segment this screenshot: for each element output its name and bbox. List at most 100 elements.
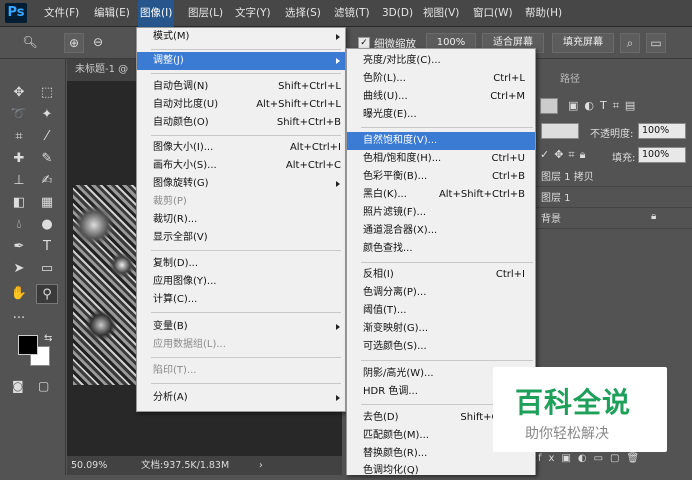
menu-item-image-size[interactable]: 图像大小(I)... Alt+Ctrl+I (137, 139, 341, 157)
menu-item-invert[interactable]: 反相(I) Ctrl+I (347, 266, 525, 284)
menu-item-trim[interactable]: 裁切(R)... (137, 211, 341, 229)
menu-separator (361, 127, 533, 128)
image-menu: 模式(M) 调整(J) 自动色调(N) Shift+Ctrl+L 自动对比度(U)… (136, 27, 346, 412)
menu-item-selective-color[interactable]: 可选颜色(S)... (347, 338, 525, 356)
menu-item-apply-image[interactable]: 应用图像(Y)... (137, 273, 341, 291)
zoom-tool-icon[interactable]: ⚲ (36, 284, 58, 304)
tab-paths[interactable]: 路径 (560, 69, 580, 91)
menu-item-color-lookup[interactable]: 颜色查找... (347, 240, 525, 258)
menu-separator (151, 135, 341, 136)
menu-item-variables[interactable]: 变量(B) (137, 318, 341, 336)
status-arrow-icon[interactable]: › (259, 456, 263, 475)
menu-item-trap: 陷印(T)... (153, 365, 197, 376)
opacity-field[interactable]: 100% (638, 123, 686, 139)
quick-mask-icon[interactable]: ◙ (12, 379, 24, 393)
menu-item-auto-tone[interactable]: 自动色调(N) Shift+Ctrl+L (137, 78, 341, 96)
menu-separator (151, 383, 341, 384)
menu-item-curves[interactable]: 曲线(U)... Ctrl+M (347, 88, 525, 106)
swap-colors-icon[interactable]: ⇆ (44, 333, 52, 344)
fill-field[interactable]: 100% (638, 147, 686, 163)
menu-item-color-balance[interactable]: 色彩平衡(B)... Ctrl+B (347, 168, 525, 186)
blend-mode-select[interactable] (541, 123, 579, 139)
crop-tool-icon[interactable]: ⌗ (8, 127, 30, 147)
history-brush-icon[interactable]: ✍ (36, 171, 58, 191)
layer-row[interactable]: 背景 (535, 210, 692, 229)
layer-row[interactable]: 图层 1 拷贝 (535, 168, 692, 187)
menu-file[interactable]: 文件(F) (42, 0, 81, 27)
menu-window[interactable]: 窗口(W) (471, 0, 515, 27)
dodge-tool-icon[interactable]: ● (36, 215, 58, 235)
menu-type[interactable]: 文字(Y) (233, 0, 273, 27)
eraser-tool-icon[interactable]: ◧ (8, 193, 30, 213)
pen-tool-icon[interactable]: ✒ (8, 237, 30, 257)
menu-item-levels[interactable]: 色阶(L)... Ctrl+L (347, 70, 525, 88)
menu-item-gradient-map[interactable]: 渐变映射(G)... (347, 320, 525, 338)
menu-item-vibrance[interactable]: 自然饱和度(V)... (347, 132, 535, 150)
menu-3d[interactable]: 3D(D) (380, 0, 415, 27)
layer-row[interactable]: 图层 1 (535, 189, 692, 208)
menu-item-calculations[interactable]: 计算(C)... (137, 291, 341, 309)
layer-actions-icons[interactable]: fx▣◐▭▢🗑︎ (538, 453, 646, 464)
menu-item-reveal-all[interactable]: 显示全部(V) (137, 229, 341, 247)
layer-filter-icons[interactable]: ▣◐T⌗▤ (568, 99, 641, 113)
search-icon[interactable]: ⌕ (620, 33, 640, 53)
rectangle-tool-icon[interactable]: ▭ (36, 259, 58, 279)
filter-kind-select[interactable] (540, 98, 558, 114)
screen-mode-icon[interactable]: ▢ (38, 379, 49, 393)
menu-item-auto-contrast[interactable]: 自动对比度(U) Alt+Shift+Ctrl+L (137, 96, 341, 114)
menu-item-brightness-contrast[interactable]: 亮度/对比度(C)... (347, 52, 529, 70)
menu-separator (151, 312, 341, 313)
healing-brush-icon[interactable]: ✚ (8, 149, 30, 169)
move-tool-icon[interactable]: ✥ (8, 83, 30, 103)
opacity-label: 不透明度: (590, 129, 634, 140)
brush-tool-icon[interactable]: ✎ (36, 149, 58, 169)
menu-item-duplicate[interactable]: 复制(D)... (137, 255, 341, 273)
menu-view[interactable]: 视图(V) (421, 0, 461, 27)
menu-image[interactable]: 图像(I) (138, 0, 175, 27)
zoom-tool-icon[interactable]: 🔍︎ (20, 33, 40, 53)
menu-item-equalize[interactable]: 色调均化(Q) (347, 462, 525, 480)
magic-wand-icon[interactable]: ✦ (36, 105, 58, 125)
zoom-out-icon[interactable]: ⊖ (88, 33, 108, 53)
menu-item-mode[interactable]: 模式(M) (137, 28, 343, 46)
menu-separator (361, 262, 533, 263)
fill-label: 填充: (612, 153, 636, 164)
menu-item-threshold[interactable]: 阈值(T)... (347, 302, 525, 320)
type-tool-icon[interactable]: T (36, 237, 58, 257)
menu-layer[interactable]: 图层(L) (186, 0, 225, 27)
path-selection-icon[interactable]: ➤ (8, 259, 30, 279)
menu-item-hue-saturation[interactable]: 色相/饱和度(H)... Ctrl+U (347, 150, 525, 168)
fill-screen-button[interactable]: 填充屏幕 (552, 33, 614, 53)
hand-tool-icon[interactable]: ✋ (8, 284, 30, 304)
lock-icons[interactable]: ✓✥⌗🔒︎ (540, 148, 590, 162)
menu-edit[interactable]: 编辑(E) (92, 0, 132, 27)
toolbox: ✥ ⬚ ➰ ✦ ⌗ ⁄ ✚ ✎ ⊥ ✍ ◧ ▦ 💧︎ ● ✒ T ➤ ▭ ✋ ⚲… (0, 59, 66, 475)
menu-item-auto-color[interactable]: 自动颜色(O) Shift+Ctrl+B (137, 114, 341, 132)
menu-help[interactable]: 帮助(H) (523, 0, 564, 27)
more-tools-icon[interactable]: ··· (8, 309, 30, 329)
submenu-arrow-icon (336, 395, 340, 401)
menu-item-channel-mixer[interactable]: 通道混合器(X)... (347, 222, 525, 240)
menu-item-black-white[interactable]: 黑白(K)... Alt+Shift+Ctrl+B (347, 186, 525, 204)
marquee-tool-icon[interactable]: ⬚ (36, 83, 58, 103)
menu-filter[interactable]: 滤镜(T) (332, 0, 372, 27)
menu-item-adjustments[interactable]: 调整(J) (137, 52, 345, 70)
lasso-tool-icon[interactable]: ➰ (8, 105, 30, 125)
gradient-tool-icon[interactable]: ▦ (36, 193, 58, 213)
menu-item-canvas-size[interactable]: 画布大小(S)... Alt+Ctrl+C (137, 157, 341, 175)
document-info: 文档:937.5K/1.83M (141, 460, 230, 471)
workspace-icon[interactable]: ▭ (646, 33, 666, 53)
menu-select[interactable]: 选择(S) (283, 0, 323, 27)
menu-item-photo-filter[interactable]: 照片滤镜(F)... (347, 204, 525, 222)
submenu-arrow-icon (336, 58, 340, 64)
blur-tool-icon[interactable]: 💧︎ (8, 215, 30, 235)
menu-item-image-rotation[interactable]: 图像旋转(G) (137, 175, 341, 193)
eyedropper-icon[interactable]: ⁄ (36, 127, 58, 147)
foreground-color-swatch[interactable] (18, 335, 38, 355)
document-tab[interactable]: 未标题-1 @ (67, 59, 147, 81)
zoom-in-icon[interactable]: ⊕ (64, 33, 84, 53)
clone-stamp-icon[interactable]: ⊥ (8, 171, 30, 191)
menu-item-exposure[interactable]: 曝光度(E)... (347, 106, 525, 124)
menu-item-analysis[interactable]: 分析(A) (137, 389, 341, 407)
menu-item-posterize[interactable]: 色调分离(P)... (347, 284, 525, 302)
